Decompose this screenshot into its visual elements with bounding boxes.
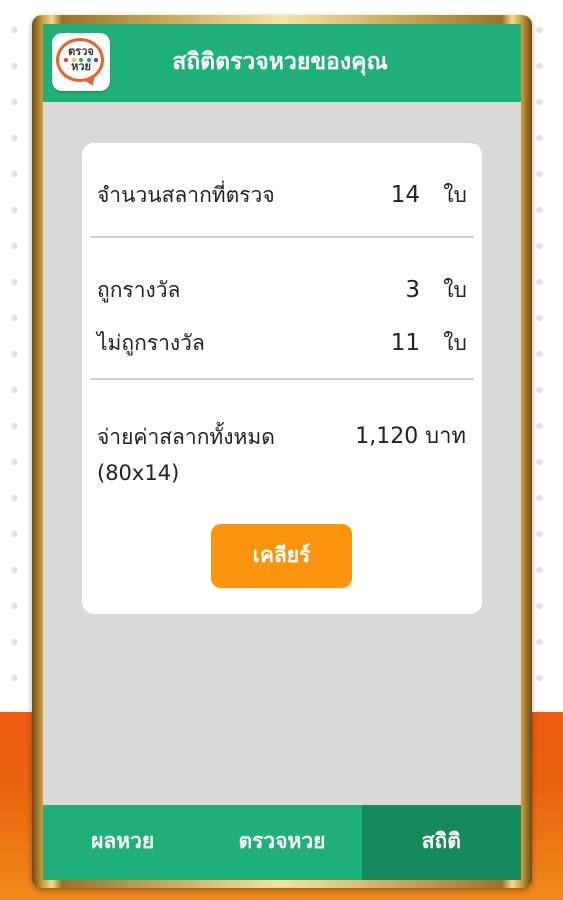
- stat-label-checked: จำนวนสลากที่ตรวจ: [97, 183, 275, 207]
- tab-check-lottery[interactable]: ตรวจหวย: [202, 805, 361, 880]
- app-logo-icon: ตรวจ หวย: [52, 33, 110, 91]
- stat-label-lost: ไม่ถูกรางวัล: [97, 331, 205, 355]
- total-cost-value: 1,120 บาท: [355, 424, 466, 449]
- divider: [90, 236, 474, 238]
- tab-results[interactable]: ผลหวย: [43, 805, 202, 880]
- page-title: สถิติตรวจหวยของคุณ: [172, 49, 388, 75]
- stat-label-won: ถูกรางวัล: [97, 278, 181, 302]
- stats-card: จำนวนสลากที่ตรวจ 14 ใบ ถูกรางวัล 3 ใบ ไม…: [82, 143, 482, 614]
- clear-button[interactable]: เคลียร์: [211, 524, 352, 588]
- total-cost-label: จ่ายค่าสลากทั้งหมด (80x14): [97, 419, 275, 491]
- total-cost-label-line1: จ่ายค่าสลากทั้งหมด: [97, 425, 275, 449]
- stat-unit-lost: ใบ: [443, 331, 467, 355]
- divider: [90, 378, 474, 380]
- app-header: ตรวจ หวย สถิติตรวจหวยของคุณ: [43, 24, 521, 102]
- stat-row-lost: ไม่ถูกรางวัล 11 ใบ: [97, 323, 470, 363]
- stat-row-checked: จำนวนสลากที่ตรวจ 14 ใบ: [97, 175, 470, 215]
- stat-value-lost: 11: [390, 330, 420, 356]
- stat-value-won: 3: [405, 277, 420, 303]
- stat-row-won: ถูกรางวัล 3 ใบ: [97, 270, 470, 310]
- stat-unit-won: ใบ: [443, 278, 467, 302]
- stat-value-checked: 14: [390, 182, 420, 208]
- logo-text-line2: หวย: [71, 60, 91, 73]
- bottom-tab-bar: ผลหวย ตรวจหวย สถิติ: [43, 805, 521, 880]
- tab-statistics[interactable]: สถิติ: [361, 805, 521, 880]
- total-cost-label-line2: (80x14): [97, 461, 180, 485]
- logo-text-line1: ตรวจ: [68, 45, 94, 58]
- stat-unit-checked: ใบ: [443, 183, 467, 207]
- app-screen: ตรวจ หวย สถิติตรวจหวยของคุณ จำนวนสลากที่…: [43, 24, 521, 880]
